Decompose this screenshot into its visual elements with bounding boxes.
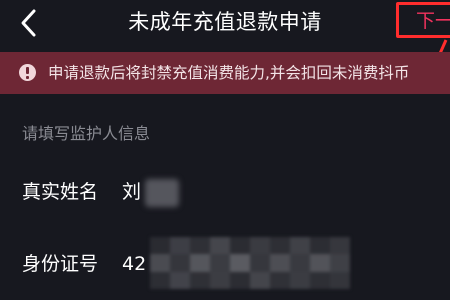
id-number-input[interactable]: 42 bbox=[122, 250, 146, 278]
name-redaction bbox=[145, 179, 179, 207]
exclamation-circle-icon bbox=[19, 64, 36, 81]
warning-banner: 申请退款后将封禁充值消费能力,并会扣回未消费抖币 bbox=[0, 52, 450, 94]
top-nav-bar: 未成年充值退款申请 下一 bbox=[0, 0, 450, 59]
refund-application-screen: 未成年充值退款申请 下一 申请退款后将封禁充值消费能力,并会扣回未消费抖币 请填… bbox=[0, 0, 450, 300]
next-button[interactable]: 下一 bbox=[396, 2, 450, 38]
id-number-redaction bbox=[150, 237, 350, 289]
warning-text: 申请退款后将封禁充值消费能力,并会扣回未消费抖币 bbox=[48, 64, 410, 82]
section-title: 请填写监护人信息 bbox=[22, 124, 151, 143]
next-button-label: 下一 bbox=[416, 10, 450, 32]
page-title: 未成年充值退款申请 bbox=[128, 10, 322, 34]
id-number-label: 身份证号 bbox=[22, 253, 99, 275]
real-name-input[interactable]: 刘 bbox=[122, 178, 141, 206]
real-name-label: 真实姓名 bbox=[22, 181, 99, 203]
